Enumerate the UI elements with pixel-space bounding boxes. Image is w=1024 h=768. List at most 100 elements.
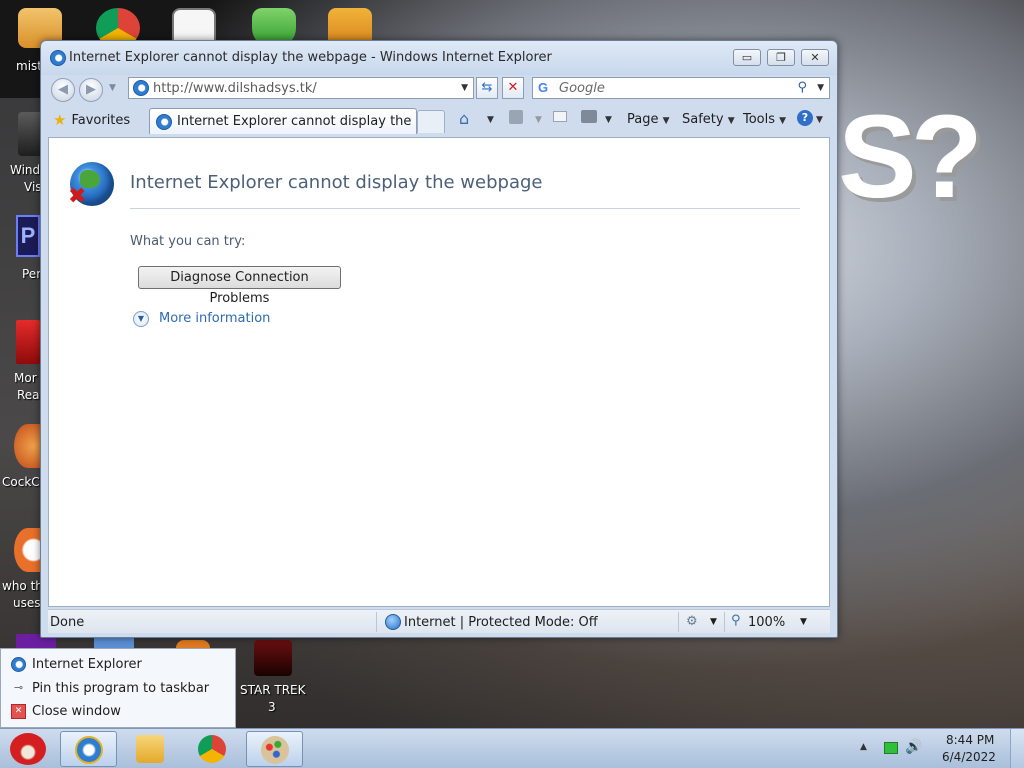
- tools-menu[interactable]: Tools ▼: [743, 112, 786, 127]
- zoom-icon[interactable]: ⚲: [731, 613, 741, 628]
- clock-date[interactable]: 6/4/2022: [942, 750, 996, 764]
- page-menu-label: Page: [627, 112, 659, 127]
- zoom-level[interactable]: 100%: [748, 615, 785, 630]
- home-dropdown-icon[interactable]: ▼: [487, 115, 494, 125]
- show-desktop-button[interactable]: [1010, 729, 1024, 768]
- chrome-icon: [198, 735, 226, 763]
- desktop-icon-cockc[interactable]: [14, 424, 42, 468]
- page-menu[interactable]: Page ▼: [627, 112, 670, 127]
- recent-pages-dropdown[interactable]: ▼: [109, 83, 116, 93]
- network-icon[interactable]: [884, 742, 898, 754]
- start-button[interactable]: [2, 730, 56, 768]
- zoom-dropdown-icon[interactable]: ▼: [800, 617, 807, 627]
- feeds-dropdown-icon[interactable]: ▼: [535, 115, 542, 125]
- desktop-icon-misc-2[interactable]: [176, 640, 210, 648]
- back-button[interactable]: ◀: [51, 78, 75, 102]
- more-information-link[interactable]: More information: [159, 311, 270, 326]
- jumplist-item-internet-explorer[interactable]: Internet Explorer: [11, 657, 142, 672]
- desktop-label-star-trek-number[interactable]: 3: [268, 699, 276, 716]
- desktop-label-cockc[interactable]: CockC: [2, 474, 40, 491]
- tab-title: Internet Explorer cannot display the we.…: [177, 114, 416, 129]
- desktop-label-per[interactable]: Per: [22, 266, 41, 283]
- mail-icon[interactable]: [553, 111, 567, 122]
- taskbar-paint[interactable]: [246, 731, 303, 767]
- minimize-button[interactable]: ▭: [733, 49, 761, 66]
- desktop-label-vista[interactable]: Vis: [24, 179, 42, 196]
- favorites-label: Favorites: [71, 112, 131, 128]
- status-bar: Done Internet | Protected Mode: Off ⚙ ▼ …: [48, 609, 830, 633]
- print-icon[interactable]: [581, 110, 597, 123]
- taskbar-file-explorer[interactable]: [122, 731, 179, 767]
- stop-button[interactable]: ✕: [502, 77, 524, 99]
- desktop-label-uses[interactable]: uses: [13, 595, 41, 612]
- page-content: ✖ Internet Explorer cannot display the w…: [48, 137, 830, 607]
- search-input[interactable]: Google: [559, 81, 605, 96]
- protected-mode-icon[interactable]: ⚙: [686, 614, 698, 629]
- help-dropdown-icon[interactable]: ▼: [816, 115, 823, 125]
- close-window-icon: ✕: [11, 704, 26, 719]
- tab-active[interactable]: Internet Explorer cannot display the we.…: [149, 108, 417, 134]
- title-divider: [130, 208, 800, 209]
- taskbar: ▲ 🔊 8:44 PM 6/4/2022: [0, 728, 1024, 768]
- wallpaper-text: S?: [838, 98, 1024, 670]
- protected-mode-dropdown-icon[interactable]: ▼: [710, 617, 717, 627]
- security-zone-text[interactable]: Internet | Protected Mode: Off: [404, 615, 598, 630]
- ie-window: Internet Explorer cannot display the web…: [40, 40, 838, 638]
- maximize-button[interactable]: ❐: [767, 49, 795, 66]
- desktop-icon-who[interactable]: [14, 528, 42, 572]
- help-icon[interactable]: ?: [797, 110, 813, 126]
- jumplist-item-label: Pin this program to taskbar: [32, 681, 210, 696]
- wallpaper-big-text: S?: [838, 98, 983, 223]
- desktop-label-reader[interactable]: Rea: [17, 387, 40, 404]
- diagnose-connection-button[interactable]: Diagnose Connection Problems: [138, 266, 341, 306]
- favorites-button[interactable]: ★ Favorites: [49, 109, 136, 131]
- pin-icon: ⊸: [13, 681, 24, 694]
- safety-menu[interactable]: Safety ▼: [682, 112, 735, 127]
- star-icon: ★: [53, 111, 67, 129]
- forward-button[interactable]: ▶: [79, 78, 103, 102]
- desktop-icon-adobe-reader[interactable]: [16, 320, 40, 364]
- jumplist-item-pin[interactable]: ⊸ Pin this program to taskbar: [11, 681, 209, 696]
- status-separator: [724, 612, 725, 632]
- desktop-label-more[interactable]: Mor: [14, 370, 37, 387]
- desktop-icon-star-trek[interactable]: [254, 640, 292, 676]
- desktop-icon-premiere[interactable]: P: [16, 215, 40, 257]
- expand-chevron-icon[interactable]: ▼: [133, 311, 149, 327]
- new-tab-button[interactable]: [417, 110, 445, 133]
- print-dropdown-icon[interactable]: ▼: [605, 115, 612, 125]
- status-separator: [678, 612, 679, 632]
- jumplist-item-close-window[interactable]: ✕ Close window: [11, 704, 121, 719]
- search-bar[interactable]: G Google ⚲ ▼: [532, 77, 830, 99]
- ie-icon: [75, 736, 103, 764]
- error-x-icon: ✖: [68, 184, 87, 209]
- taskbar-internet-explorer[interactable]: [60, 731, 117, 767]
- refresh-button[interactable]: ⇆: [476, 77, 498, 99]
- desktop-icon-misc-1[interactable]: [94, 638, 134, 648]
- window-titlebar[interactable]: Internet Explorer cannot display the web…: [41, 41, 837, 75]
- ie-icon: [11, 657, 26, 672]
- taskbar-chrome[interactable]: [184, 731, 241, 767]
- page-dropdown-icon: ▼: [662, 116, 670, 126]
- close-button[interactable]: ✕: [801, 49, 829, 66]
- jumplist-item-label: Close window: [32, 704, 121, 719]
- feeds-icon[interactable]: [509, 110, 523, 124]
- safety-menu-label: Safety: [682, 112, 724, 127]
- address-dropdown-icon[interactable]: ▼: [461, 83, 468, 93]
- safety-dropdown-icon: ▼: [727, 116, 735, 126]
- navigation-bar: ◀ ▶ ▼ http://www.dilshadsys.tk/ ▼ ⇆ ✕ G …: [41, 75, 837, 105]
- address-bar[interactable]: http://www.dilshadsys.tk/ ▼: [128, 77, 474, 99]
- paint-palette-icon: [261, 736, 289, 764]
- desktop-label-mist[interactable]: mist: [16, 58, 42, 75]
- search-icon[interactable]: ⚲: [797, 80, 807, 95]
- search-options-dropdown-icon[interactable]: ▼: [817, 83, 824, 93]
- home-icon[interactable]: ⌂: [459, 109, 469, 128]
- globe-error-icon: ✖: [68, 162, 114, 209]
- desktop-label-who[interactable]: who th: [2, 578, 43, 595]
- address-input[interactable]: http://www.dilshadsys.tk/: [153, 81, 317, 96]
- clock-time[interactable]: 8:44 PM: [946, 733, 994, 747]
- desktop-label-star-trek[interactable]: STAR TREK: [240, 682, 306, 699]
- show-hidden-icons-button[interactable]: ▲: [860, 742, 867, 752]
- internet-zone-icon: [385, 614, 401, 630]
- command-bar: ★ Favorites Internet Explorer cannot dis…: [41, 107, 837, 135]
- volume-icon[interactable]: 🔊: [905, 739, 922, 755]
